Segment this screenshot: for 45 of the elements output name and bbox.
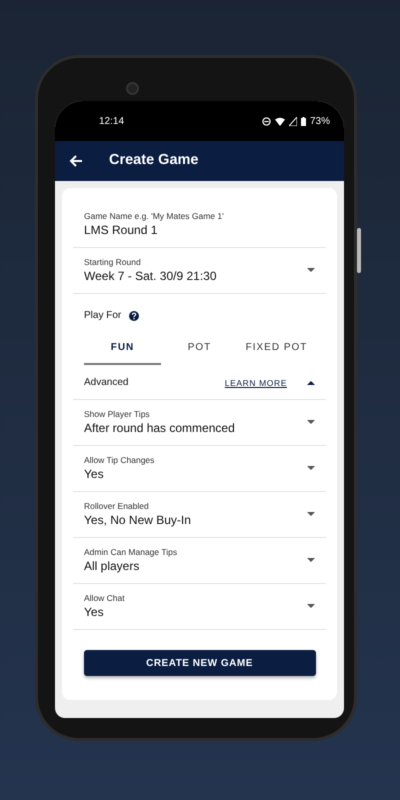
signal-icon (288, 116, 297, 126)
camera-icon (126, 82, 139, 95)
field-value: After round has commenced (84, 420, 236, 436)
field-label: Admin Can Manage Tips (84, 546, 178, 558)
collapse-caret-icon[interactable] (307, 381, 315, 385)
field-label: Allow Tip Changes (84, 454, 156, 466)
dropdown-caret-icon (307, 466, 315, 470)
help-icon[interactable] (129, 311, 140, 321)
screen-title: Create Game (109, 152, 198, 170)
learn-more-link[interactable]: LEARN MORE (224, 376, 287, 390)
dropdown-field[interactable]: Show Player Tips After round has commenced (73, 400, 326, 446)
dropdown-field[interactable]: Rollover Enabled Yes, No New Buy-In (73, 492, 326, 538)
field-value: Yes (84, 466, 105, 482)
dropdown-caret-icon (307, 604, 315, 608)
back-arrow-icon[interactable] (69, 155, 83, 167)
field-label: Starting Round (84, 256, 142, 268)
tab[interactable]: FIXED POT (238, 332, 315, 365)
status-time: 12:14 (99, 114, 124, 128)
play-for-label: Play For (84, 309, 122, 323)
do-not-disturb-icon (262, 116, 271, 126)
advanced-label: Advanced (84, 376, 130, 390)
field-label: Game Name e.g. 'My Mates Game 1' (84, 210, 225, 222)
create-game-button[interactable]: CREATE NEW GAME (84, 650, 316, 676)
battery-level: 73% (310, 114, 330, 128)
field-value: Yes (84, 604, 105, 620)
field-value: LMS Round 1 (84, 222, 158, 238)
field-label: Rollover Enabled (84, 500, 150, 512)
dropdown-caret-icon (307, 268, 315, 272)
dropdown-caret-icon (307, 420, 315, 424)
text-field[interactable]: Game Name e.g. 'My Mates Game 1' LMS Round 1 (73, 202, 326, 248)
dropdown-field[interactable]: Allow Chat Yes (73, 584, 326, 630)
field-value: Week 7 - Sat. 30/9 21:30 (84, 268, 218, 284)
battery-icon (300, 116, 306, 126)
dropdown-field[interactable]: Admin Can Manage Tips All players (73, 538, 326, 584)
field-label: Show Player Tips (84, 408, 151, 420)
wifi-icon (274, 116, 285, 126)
dropdown-caret-icon (307, 558, 315, 562)
dropdown-caret-icon (307, 512, 315, 516)
dropdown-field[interactable]: Starting Round Week 7 - Sat. 30/9 21:30 (73, 248, 326, 294)
tab[interactable]: FUN (84, 332, 161, 365)
dropdown-field[interactable]: Allow Tip Changes Yes (73, 446, 326, 492)
field-value: Yes, No New Buy-In (84, 512, 192, 528)
field-label: Allow Chat (84, 592, 126, 604)
tab[interactable]: POT (161, 332, 238, 365)
field-value: All players (84, 558, 140, 574)
